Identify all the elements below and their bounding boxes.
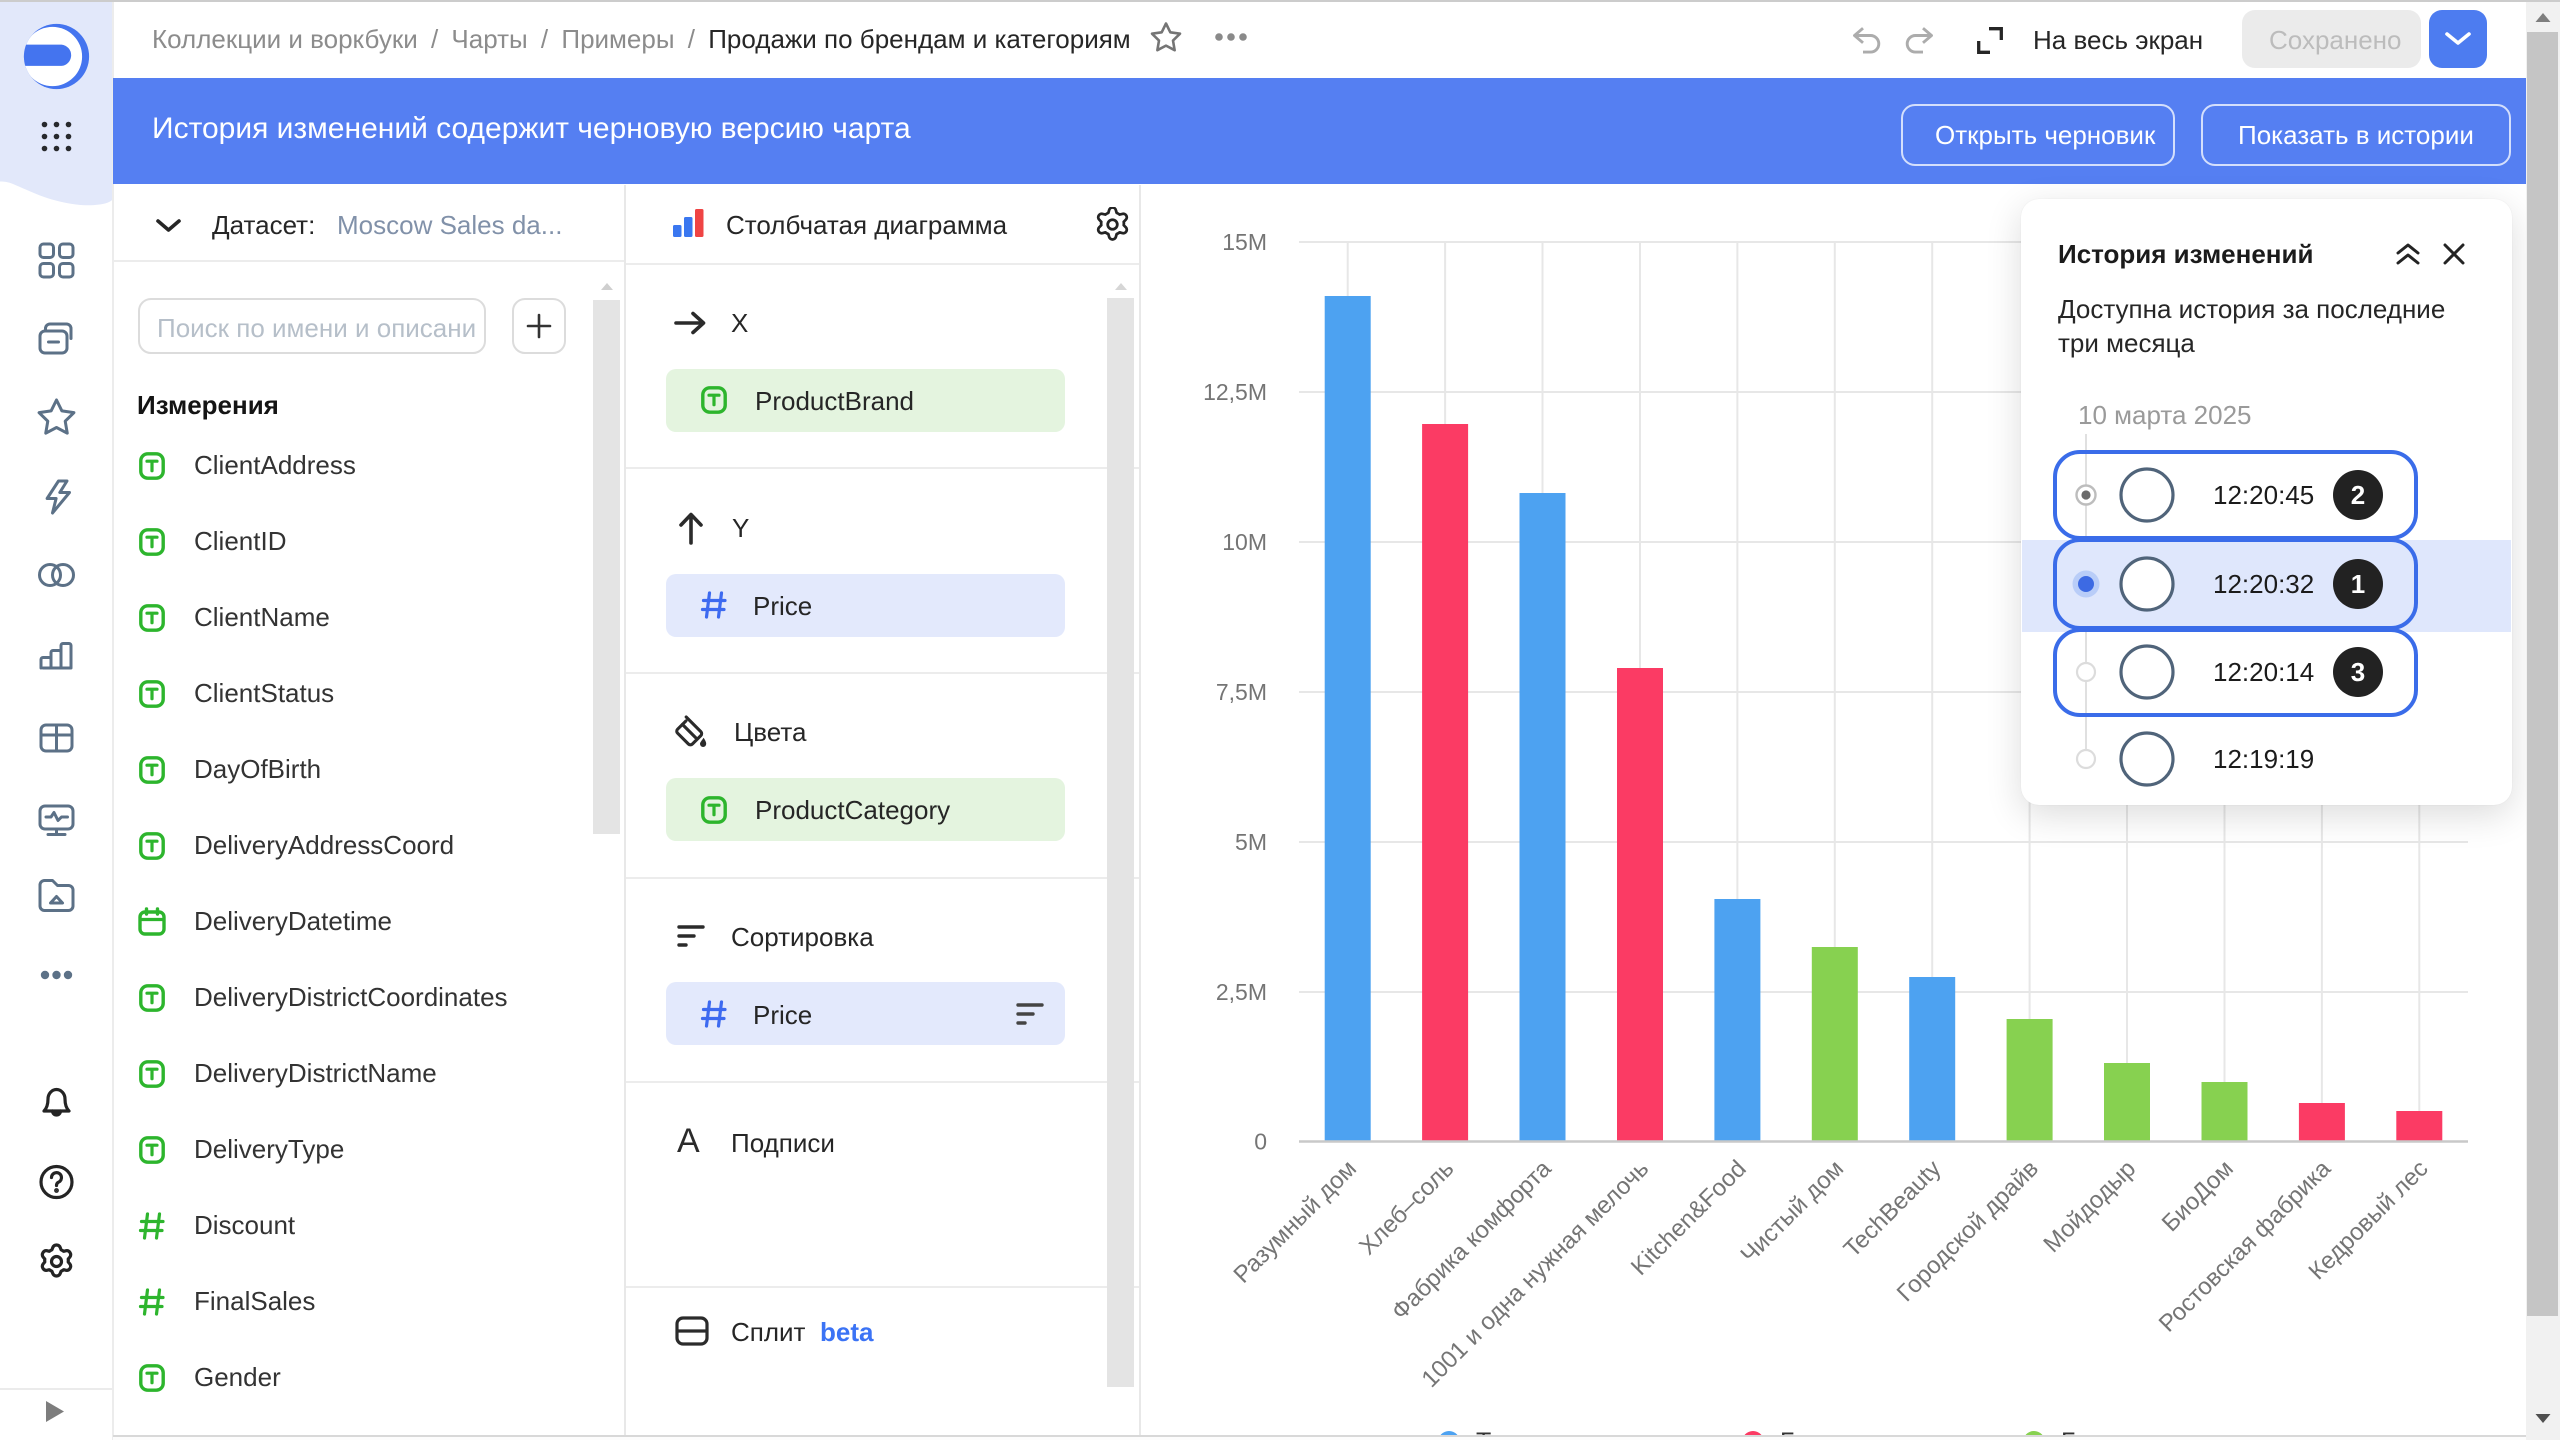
svg-text:0: 0 — [1254, 1129, 1267, 1155]
svg-text:Мойдодыр: Мойдодыр — [2038, 1155, 2141, 1258]
svg-text:1: 1 — [2351, 569, 2365, 599]
svg-text:Хлеб–соль: Хлеб–соль — [1354, 1155, 1459, 1260]
svg-text:Чистый дом: Чистый дом — [1735, 1155, 1849, 1269]
svg-text:Ростовская фабрика: Ростовская фабрика — [2154, 1155, 2337, 1338]
svg-text:3: 3 — [2351, 657, 2365, 687]
svg-text:10M: 10M — [1222, 529, 1267, 555]
svg-text:БиоДом: БиоДом — [2157, 1155, 2239, 1237]
svg-text:2: 2 — [2351, 480, 2365, 510]
svg-text:Фабрика комфорта: Фабрика комфорта — [1387, 1155, 1558, 1326]
svg-text:Разумный дом: Разумный дом — [1229, 1155, 1362, 1288]
svg-text:12,5M: 12,5M — [1203, 379, 1267, 405]
svg-text:5M: 5M — [1235, 829, 1267, 855]
svg-text:7,5M: 7,5M — [1216, 679, 1267, 705]
svg-text:15M: 15M — [1222, 229, 1267, 255]
svg-text:TechBeauty: TechBeauty — [1839, 1155, 1947, 1263]
svg-text:2,5M: 2,5M — [1216, 979, 1267, 1005]
